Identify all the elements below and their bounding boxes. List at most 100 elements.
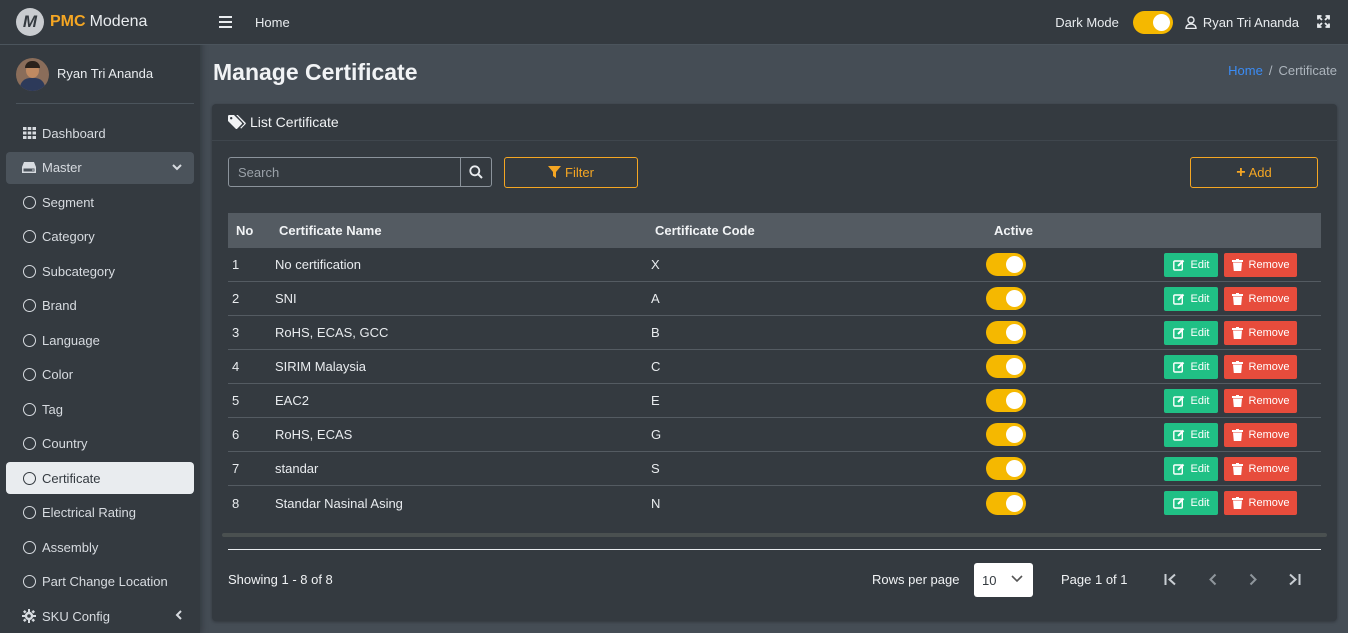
cell-active [986, 355, 1150, 378]
table-row: 1 No certification X Edit Remove [228, 248, 1321, 282]
column-header-active[interactable]: Active [994, 223, 1154, 238]
edit-button[interactable]: Edit [1164, 422, 1218, 447]
edit-icon [1172, 429, 1184, 441]
sidebar-nav: Dashboard Master Segment Category Subcat… [6, 117, 194, 633]
circle-icon [22, 264, 36, 278]
column-header-code[interactable]: Certificate Code [655, 223, 994, 238]
sidebar-item-label: Tag [42, 401, 63, 417]
remove-button[interactable]: Remove [1224, 491, 1297, 515]
active-toggle[interactable] [986, 389, 1026, 412]
top-nav-home-link[interactable]: Home [255, 15, 290, 30]
edit-button[interactable]: Edit [1164, 491, 1218, 515]
first-page-button[interactable] [1162, 570, 1180, 588]
cell-certificate-code: S [651, 461, 660, 476]
edit-button[interactable]: Edit [1164, 354, 1218, 379]
table-row: 5 EAC2 E Edit Remove [228, 384, 1321, 418]
edit-label: Edit [1190, 394, 1210, 407]
circle-icon [22, 230, 36, 244]
user-menu[interactable]: Ryan Tri Ananda [1185, 15, 1299, 30]
cell-actions: Edit Remove [1150, 286, 1321, 311]
cell-certificate-name: SNI [275, 291, 297, 306]
top-user-name: Ryan Tri Ananda [1202, 15, 1299, 30]
cell-certificate-name: standar [275, 461, 319, 476]
sidebar-item-certificate[interactable]: Certificate [6, 462, 194, 494]
edit-label: Edit [1190, 360, 1210, 373]
sidebar-item-master[interactable]: Master [6, 151, 194, 184]
remove-button[interactable]: Remove [1224, 456, 1297, 481]
sidebar-item-dashboard[interactable]: Dashboard [6, 117, 194, 149]
showing-count: Showing 1 - 8 of 8 [228, 572, 333, 587]
active-toggle[interactable] [986, 321, 1026, 344]
active-toggle[interactable] [986, 491, 1026, 515]
cell-no: 7 [232, 461, 240, 476]
sidebar-item-color[interactable]: Color [6, 359, 194, 391]
sidebar-item-sku-config[interactable]: SKU Config [6, 600, 194, 632]
hamburger-menu-icon[interactable] [219, 16, 232, 28]
filter-button[interactable]: Filter [504, 157, 638, 188]
active-toggle[interactable] [986, 355, 1026, 378]
remove-button[interactable]: Remove [1224, 286, 1297, 311]
sidebar-item-assembly[interactable]: Assembly [6, 531, 194, 563]
user-panel[interactable]: Ryan Tri Ananda [16, 58, 194, 104]
edit-button[interactable]: Edit [1164, 252, 1218, 277]
edit-icon [1172, 361, 1184, 373]
active-toggle[interactable] [986, 457, 1026, 480]
sidebar-item-category[interactable]: Category [6, 221, 194, 253]
dark-mode-toggle[interactable] [1132, 11, 1173, 34]
sidebar-item-subcategory[interactable]: Subcategory [6, 255, 194, 287]
add-button[interactable]: + Add [1190, 157, 1318, 188]
column-header-no[interactable]: No [228, 223, 279, 238]
table-row: 4 SIRIM Malaysia C Edit Remove [228, 350, 1321, 384]
cell-no: 5 [232, 393, 240, 408]
search-input[interactable] [229, 158, 460, 186]
sidebar-item-brand[interactable]: Brand [6, 290, 194, 322]
trash-icon [1231, 394, 1243, 407]
remove-button[interactable]: Remove [1224, 388, 1297, 413]
topbar-right: Dark Mode Ryan Tri Ananda [1055, 0, 1348, 45]
edit-button[interactable]: Edit [1164, 320, 1218, 345]
sidebar-item-language[interactable]: Language [6, 324, 194, 356]
active-toggle[interactable] [986, 253, 1026, 276]
sidebar-item-country[interactable]: Country [6, 428, 194, 460]
remove-button[interactable]: Remove [1224, 354, 1297, 379]
column-header-name[interactable]: Certificate Name [279, 223, 655, 238]
sidebar-item-label: Subcategory [42, 263, 115, 279]
next-page-button[interactable] [1244, 570, 1262, 588]
trash-icon [1231, 462, 1243, 475]
cell-active [986, 287, 1150, 310]
prev-page-button[interactable] [1203, 570, 1221, 588]
last-page-button[interactable] [1285, 570, 1303, 588]
horizontal-scrollbar[interactable] [222, 533, 1327, 537]
edit-icon [1172, 395, 1184, 407]
active-toggle[interactable] [986, 423, 1026, 446]
edit-button[interactable]: Edit [1164, 456, 1218, 481]
sidebar-item-segment[interactable]: Segment [6, 186, 194, 218]
brand-link[interactable]: M PMC Modena [0, 0, 200, 45]
edit-button[interactable]: Edit [1164, 286, 1218, 311]
fullscreen-expand-icon[interactable] [1317, 14, 1330, 31]
edit-button[interactable]: Edit [1164, 388, 1218, 413]
page-title: Manage Certificate [213, 59, 418, 85]
sidebar-item-part-change-location[interactable]: Part Change Location [6, 566, 194, 598]
rows-per-page-select[interactable]: 10 [974, 563, 1033, 597]
sidebar-item-tag[interactable]: Tag [6, 393, 194, 425]
remove-button[interactable]: Remove [1224, 252, 1297, 277]
cell-certificate-code: N [651, 495, 661, 511]
sidebar-item-electrical-rating[interactable]: Electrical Rating [6, 497, 194, 529]
remove-button[interactable]: Remove [1224, 320, 1297, 345]
dark-mode-label: Dark Mode [1055, 15, 1119, 30]
search-icon [469, 165, 483, 179]
edit-icon [1172, 293, 1184, 305]
active-toggle[interactable] [986, 287, 1026, 310]
remove-button[interactable]: Remove [1224, 422, 1297, 447]
cell-certificate-code: G [651, 427, 662, 442]
breadcrumb-home-link[interactable]: Home [1228, 63, 1263, 78]
search-box [228, 157, 492, 187]
search-button[interactable] [460, 158, 491, 186]
cell-active [986, 321, 1150, 344]
chevron-left-icon [1208, 573, 1216, 585]
chevron-down-icon [1011, 575, 1023, 583]
sidebar-item-label: Master [42, 160, 82, 175]
edit-icon [1172, 259, 1184, 271]
brand-name-secondary: Modena [89, 13, 148, 30]
